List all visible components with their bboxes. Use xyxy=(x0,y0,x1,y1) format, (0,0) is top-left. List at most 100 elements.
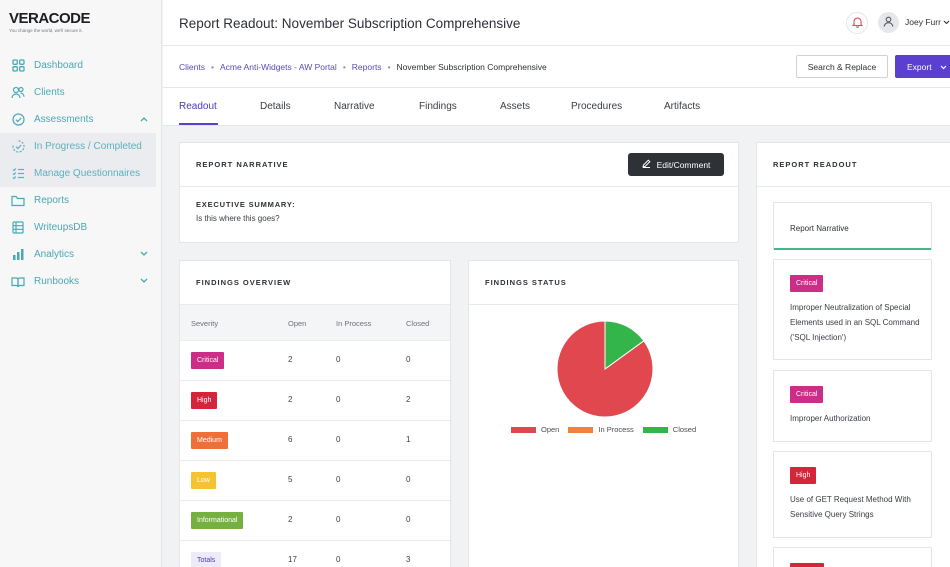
sidebar-item-manage-questionnaires[interactable]: Manage Questionnaires xyxy=(0,160,156,187)
tab-artifacts[interactable]: Artifacts xyxy=(664,101,700,112)
card-title: REPORT NARRATIVE xyxy=(196,160,289,169)
breadcrumb-clients[interactable]: Clients xyxy=(179,62,205,72)
table-row[interactable]: High 2 0 2 xyxy=(180,380,450,420)
tab-details[interactable]: Details xyxy=(260,101,291,112)
open-count: 2 xyxy=(288,355,293,364)
breadcrumb-current: November Subscription Comprehensive xyxy=(396,62,547,72)
legend-item-open[interactable]: Open xyxy=(511,425,559,434)
active-tab-indicator xyxy=(179,123,218,125)
readout-tab-report-narrative[interactable]: Report Narrative xyxy=(773,202,932,250)
totals-badge: Totals xyxy=(191,552,222,567)
page-title: Report Readout: November Subscription Co… xyxy=(179,16,521,31)
sidebar-item-clients[interactable]: Clients xyxy=(0,79,162,106)
sidebar-item-dashboard[interactable]: Dashboard xyxy=(0,52,162,79)
tab-readout[interactable]: Readout xyxy=(179,101,217,112)
in-process-count: 0 xyxy=(336,395,341,404)
logo-wordmark: VERACODE xyxy=(9,10,91,27)
column-header-open[interactable]: Open xyxy=(288,319,306,328)
user-menu[interactable]: Joey Furr xyxy=(905,17,950,27)
open-count: 6 xyxy=(288,435,293,444)
avatar[interactable] xyxy=(878,12,899,33)
table-row[interactable]: Informational 2 0 0 xyxy=(180,500,450,540)
database-icon xyxy=(11,221,25,235)
column-header-in-process[interactable]: In Process xyxy=(336,319,371,328)
table-header-row: Severity Open In Process Closed xyxy=(180,304,450,340)
sidebar-item-writeupsdb[interactable]: WriteupsDB xyxy=(0,214,162,241)
column-header-closed[interactable]: Closed xyxy=(406,319,429,328)
sidebar-item-reports[interactable]: Reports xyxy=(0,187,162,214)
tab-narrative[interactable]: Narrative xyxy=(334,101,375,112)
users-icon xyxy=(11,86,25,100)
legend-item-in-process[interactable]: In Process xyxy=(568,425,634,434)
closed-total: 3 xyxy=(406,555,411,564)
open-count: 5 xyxy=(288,475,293,484)
closed-count: 2 xyxy=(406,395,411,404)
findings-overview-card: FINDINGS OVERVIEW Severity Open In Proce… xyxy=(179,260,451,567)
in-process-count: 0 xyxy=(336,515,341,524)
sidebar-item-label: In Progress / Completed xyxy=(34,141,142,152)
divider xyxy=(469,304,738,305)
table-row[interactable]: Critical 2 0 0 xyxy=(180,340,450,380)
in-process-count: 0 xyxy=(336,355,341,364)
export-button-label: Export xyxy=(907,61,932,72)
readout-finding-item[interactable]: Critical Improper Authorization xyxy=(773,370,932,442)
veracode-logo[interactable]: VERACODE You change the world, we'll sec… xyxy=(9,10,91,33)
findings-status-card: FINDINGS STATUS Open In Process Closed xyxy=(468,260,739,567)
finding-description: Use of GET Request Method With Sensitive… xyxy=(790,495,911,519)
breadcrumb-reports[interactable]: Reports xyxy=(352,62,382,72)
tab-bar: Readout Details Narrative Findings Asset… xyxy=(163,88,950,126)
severity-badge-high: High xyxy=(191,392,218,409)
breadcrumb: Clients • Acme Anti-Widgets - AW Portal • Re… xyxy=(179,62,547,72)
notifications-button[interactable] xyxy=(846,12,868,34)
sidebar-item-in-progress-completed[interactable]: In Progress / Completed xyxy=(0,133,156,160)
finding-description: Improper Neutralization of Special Eleme… xyxy=(790,303,920,342)
tab-procedures[interactable]: Procedures xyxy=(571,101,622,112)
open-count: 2 xyxy=(288,515,293,524)
edit-comment-button[interactable]: Edit/Comment xyxy=(628,153,724,176)
bar-chart-icon xyxy=(11,248,25,262)
breadcrumb-separator: • xyxy=(342,62,346,72)
findings-table: Severity Open In Process Closed Critical… xyxy=(180,304,450,567)
chevron-up-icon[interactable] xyxy=(140,114,148,125)
legend-label: Open xyxy=(541,425,560,434)
chevron-down-icon xyxy=(943,17,950,27)
severity-badge-informational: Informational xyxy=(191,512,244,529)
sidebar-item-analytics[interactable]: Analytics xyxy=(0,241,162,268)
in-process-count: 0 xyxy=(336,435,341,444)
readout-finding-item[interactable] xyxy=(773,547,932,567)
severity-badge-low: Low xyxy=(191,472,216,489)
open-total: 17 xyxy=(288,555,297,564)
severity-badge-medium: Medium xyxy=(191,432,228,449)
executive-summary-text: Is this where this goes? xyxy=(196,214,280,223)
chevron-down-icon[interactable] xyxy=(140,249,148,260)
breadcrumb-client-portal[interactable]: Acme Anti-Widgets - AW Portal xyxy=(220,62,337,72)
in-process-count: 0 xyxy=(336,475,341,484)
breadcrumb-separator: • xyxy=(387,62,391,72)
chevron-down-icon[interactable] xyxy=(140,276,148,287)
export-button[interactable]: Export xyxy=(895,55,950,78)
column-header-severity[interactable]: Severity xyxy=(191,319,218,328)
readout-tab-label: Report Narrative xyxy=(790,224,849,233)
tab-findings[interactable]: Findings xyxy=(419,101,457,112)
sidebar: VERACODE You change the world, we'll sec… xyxy=(0,0,162,567)
sidebar-item-label: Runbooks xyxy=(34,276,80,287)
search-replace-button[interactable]: Search & Replace xyxy=(796,55,888,78)
progress-check-icon xyxy=(11,140,25,154)
sidebar-item-runbooks[interactable]: Runbooks xyxy=(0,268,162,295)
readout-finding-item[interactable]: High Use of GET Request Method With Sens… xyxy=(773,451,932,538)
sidebar-item-assessments[interactable]: Assessments xyxy=(0,106,162,133)
sidebar-item-label: Manage Questionnaires xyxy=(34,168,141,179)
chart-legend: Open In Process Closed xyxy=(511,425,705,434)
readout-finding-item[interactable]: Critical Improper Neutralization of Spec… xyxy=(773,259,932,360)
divider xyxy=(180,186,738,187)
report-narrative-card: REPORT NARRATIVE Edit/Comment EXECUTIVE … xyxy=(179,142,739,243)
logo-tagline: You change the world, we'll secure it. xyxy=(9,28,83,33)
top-header: Report Readout: November Subscription Co… xyxy=(163,0,950,46)
tab-assets[interactable]: Assets xyxy=(500,101,530,112)
card-title: FINDINGS OVERVIEW xyxy=(196,278,292,287)
table-row[interactable]: Low 5 0 0 xyxy=(180,460,450,500)
closed-count: 0 xyxy=(406,515,411,524)
table-row[interactable]: Medium 6 0 1 xyxy=(180,420,450,460)
sidebar-item-label: Reports xyxy=(34,195,70,206)
legend-item-closed[interactable]: Closed xyxy=(642,425,696,434)
